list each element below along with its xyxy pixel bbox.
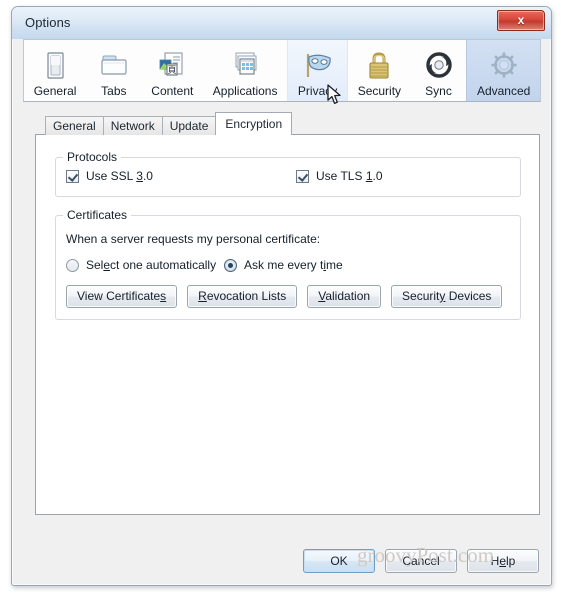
- toolbar-item-privacy[interactable]: Privacy: [287, 40, 348, 101]
- mask-icon: [300, 50, 336, 82]
- view-certificates-button[interactable]: View Certificates: [66, 285, 178, 308]
- app-windows-icon: [227, 50, 263, 82]
- subtab-update[interactable]: Update: [161, 116, 217, 135]
- protocols-group-legend: Protocols: [63, 150, 122, 164]
- checkbox-use-tls[interactable]: [296, 169, 309, 183]
- toolbar-item-label: Privacy: [297, 84, 338, 98]
- toolbar-item-label: Applications: [212, 84, 278, 98]
- padlock-icon: [361, 50, 397, 82]
- category-toolbar: General Tabs 頁 Content Applications Priv…: [23, 39, 541, 102]
- toolbar-item-label: Tabs: [101, 84, 127, 98]
- sync-arrows-icon: [421, 50, 457, 82]
- security-devices-button[interactable]: Security Devices: [391, 285, 503, 308]
- checkbox-use-tls-label: Use TLS 1.0: [316, 169, 383, 183]
- toolbar-item-security[interactable]: Security: [348, 40, 411, 101]
- window-title: Options: [25, 15, 71, 30]
- radio-row-ask-every-time[interactable]: Ask me every time: [224, 258, 343, 272]
- checkbox-row-use-ssl[interactable]: Use SSL 3.0: [66, 169, 153, 183]
- protocols-group: Protocols Use SSL 3.0 Use TLS 1.0: [55, 150, 521, 197]
- checkbox-row-use-tls[interactable]: Use TLS 1.0: [296, 169, 383, 183]
- encryption-settings-panel: Protocols Use SSL 3.0 Use TLS 1.0 Certif…: [35, 134, 540, 515]
- toolbar-item-general[interactable]: General: [24, 40, 86, 101]
- toolbar-item-label: Sync: [425, 84, 452, 98]
- subtab-encryption[interactable]: Encryption: [215, 112, 293, 135]
- toolbar-item-advanced[interactable]: Advanced: [466, 40, 541, 101]
- switch-panel-icon: [37, 50, 73, 82]
- close-icon[interactable]: x: [497, 10, 545, 31]
- toolbar-item-tabs[interactable]: Tabs: [86, 40, 141, 101]
- certificates-prompt-label: When a server requests my personal certi…: [66, 232, 321, 246]
- certificates-group: Certificates When a server requests my p…: [55, 208, 521, 320]
- svg-text:頁: 頁: [168, 65, 177, 76]
- toolbar-item-label: Security: [357, 84, 402, 98]
- folder-tabs-icon: [96, 50, 132, 82]
- toolbar-item-label: General: [33, 84, 77, 98]
- toolbar-item-sync[interactable]: Sync: [411, 40, 466, 101]
- checkbox-use-ssl[interactable]: [66, 169, 79, 183]
- toolbar-item-label: Advanced: [476, 84, 531, 98]
- dialog-footer: OK Cancel Help: [303, 549, 539, 573]
- options-dialog-window: Options x General Tabs 頁 Content Applica…: [11, 6, 552, 586]
- revocation-lists-button[interactable]: Revocation Lists: [187, 285, 298, 308]
- settings-subtab-strip: General Network Update Encryption: [45, 112, 293, 135]
- page-image-icon: 頁: [154, 50, 190, 82]
- radio-select-automatically[interactable]: [66, 258, 79, 272]
- certificates-button-row: View Certificates Revocation Lists Valid…: [66, 285, 512, 308]
- help-button[interactable]: Help: [467, 549, 539, 573]
- title-bar: Options x: [12, 7, 551, 39]
- subtab-general[interactable]: General: [45, 116, 104, 135]
- toolbar-item-applications[interactable]: Applications: [203, 40, 287, 101]
- toolbar-item-label: Content: [151, 84, 194, 98]
- ok-button[interactable]: OK: [303, 549, 375, 573]
- subtab-network[interactable]: Network: [102, 116, 163, 135]
- toolbar-item-content[interactable]: 頁 Content: [142, 40, 203, 101]
- gear-icon: [486, 50, 522, 82]
- radio-row-select-automatically[interactable]: Select one automatically: [66, 258, 216, 272]
- validation-button[interactable]: Validation: [307, 285, 382, 308]
- radio-ask-every-time-label: Ask me every time: [244, 258, 343, 272]
- radio-ask-every-time[interactable]: [224, 258, 237, 272]
- checkbox-use-ssl-label: Use SSL 3.0: [86, 169, 153, 183]
- cancel-button[interactable]: Cancel: [385, 549, 457, 573]
- certificates-group-legend: Certificates: [63, 208, 132, 222]
- radio-select-automatically-label: Select one automatically: [86, 258, 217, 272]
